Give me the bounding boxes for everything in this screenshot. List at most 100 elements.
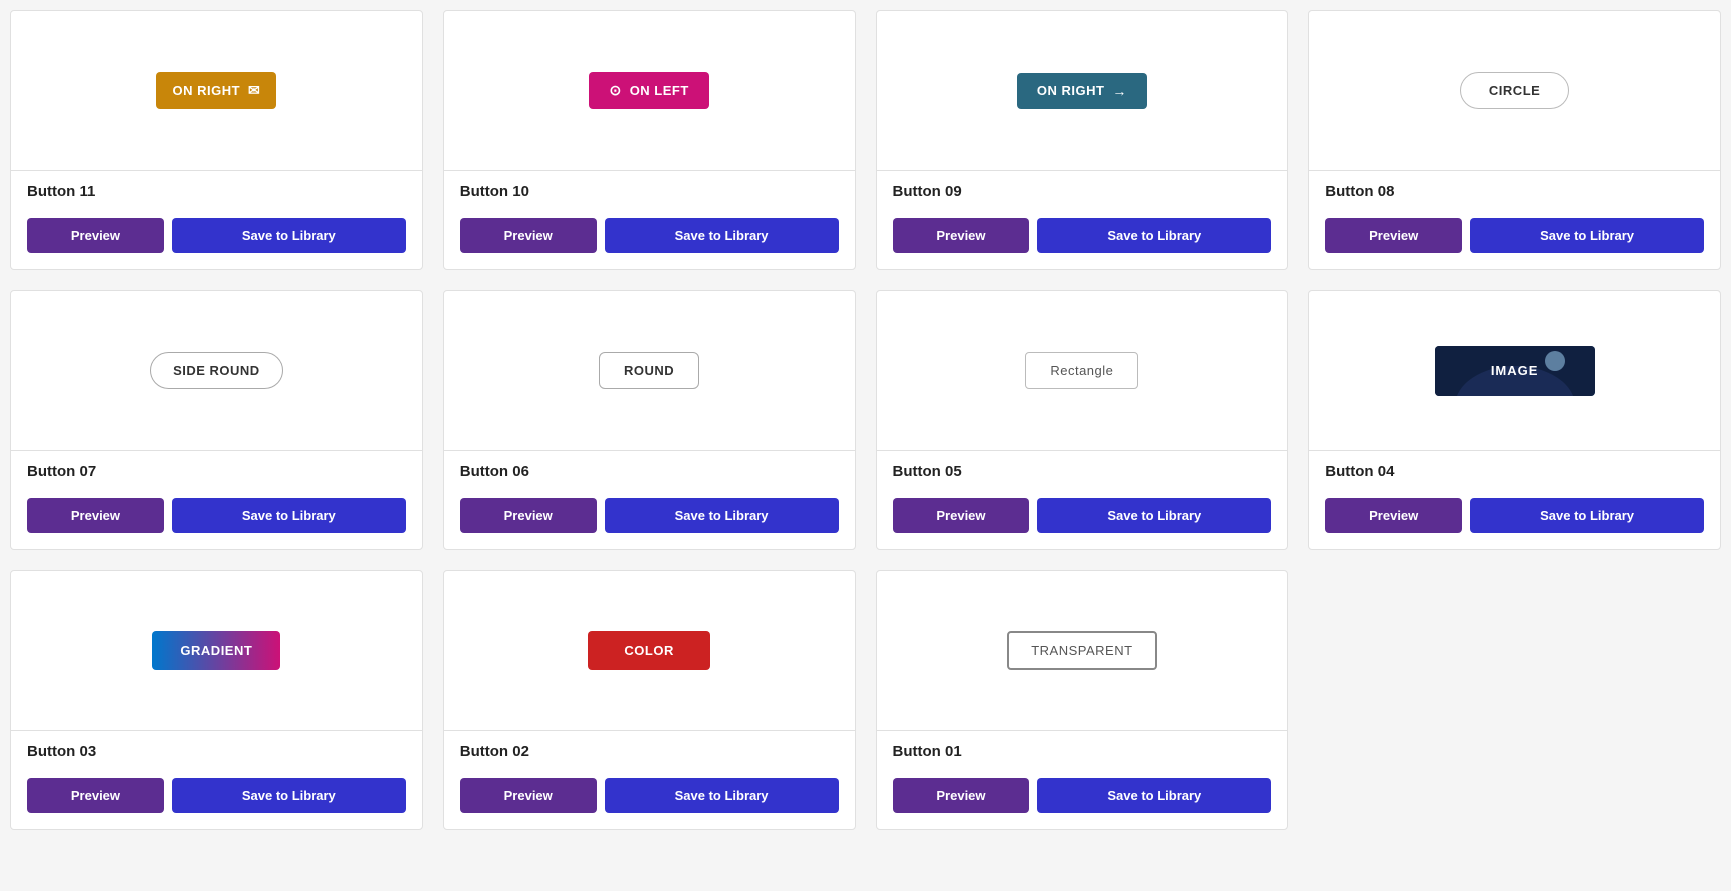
preview-button-btn08[interactable]: Preview xyxy=(1325,218,1462,253)
preview-button-btn05[interactable]: Preview xyxy=(893,498,1030,533)
preview-area-btn01: TRANSPARENT xyxy=(877,571,1288,731)
preview-area-btn07: SIDE ROUND xyxy=(11,291,422,451)
card-btn07: SIDE ROUND Button 07 Preview Save to Lib… xyxy=(10,290,423,550)
card-info-btn09: Button 09 xyxy=(877,171,1288,218)
preview-area-btn05: Rectangle xyxy=(877,291,1288,451)
demo-button-btn06: ROUND xyxy=(599,352,699,389)
arrow-icon xyxy=(1112,83,1127,99)
card-title-btn08: Button 08 xyxy=(1325,183,1704,200)
demo-button-btn01: TRANSPARENT xyxy=(1007,631,1156,670)
card-info-btn02: Button 02 xyxy=(444,731,855,778)
demo-label-btn06: ROUND xyxy=(624,363,674,378)
save-button-btn08[interactable]: Save to Library xyxy=(1470,218,1704,253)
demo-label-btn03: GRADIENT xyxy=(180,643,252,658)
card-info-btn03: Button 03 xyxy=(11,731,422,778)
card-btn08: CIRCLE Button 08 Preview Save to Library xyxy=(1308,10,1721,270)
demo-button-btn04: IMAGE xyxy=(1435,346,1595,396)
image-button-bg: IMAGE xyxy=(1435,346,1595,396)
card-title-btn06: Button 06 xyxy=(460,463,839,480)
save-button-btn10[interactable]: Save to Library xyxy=(605,218,839,253)
card-title-btn10: Button 10 xyxy=(460,183,839,200)
preview-area-btn04: IMAGE xyxy=(1309,291,1720,451)
card-btn10: ⊙ ON LEFT Button 10 Preview Save to Libr… xyxy=(443,10,856,270)
preview-button-btn03[interactable]: Preview xyxy=(27,778,164,813)
card-actions-btn04: Preview Save to Library xyxy=(1309,498,1720,549)
card-actions-btn10: Preview Save to Library xyxy=(444,218,855,269)
card-info-btn05: Button 05 xyxy=(877,451,1288,498)
demo-button-btn09: ON RIGHT xyxy=(1017,73,1147,109)
demo-label-btn11: ON RIGHT xyxy=(172,83,240,98)
preview-area-btn10: ⊙ ON LEFT xyxy=(444,11,855,171)
demo-label-btn02: COLOR xyxy=(624,643,673,658)
demo-label-btn09: ON RIGHT xyxy=(1037,83,1105,98)
save-button-btn09[interactable]: Save to Library xyxy=(1037,218,1271,253)
preview-area-btn06: ROUND xyxy=(444,291,855,451)
card-actions-btn09: Preview Save to Library xyxy=(877,218,1288,269)
card-info-btn08: Button 08 xyxy=(1309,171,1720,218)
card-actions-btn08: Preview Save to Library xyxy=(1309,218,1720,269)
preview-button-btn11[interactable]: Preview xyxy=(27,218,164,253)
save-button-btn07[interactable]: Save to Library xyxy=(172,498,406,533)
preview-area-btn02: COLOR xyxy=(444,571,855,731)
preview-button-btn09[interactable]: Preview xyxy=(893,218,1030,253)
card-title-btn07: Button 07 xyxy=(27,463,406,480)
save-button-btn05[interactable]: Save to Library xyxy=(1037,498,1271,533)
save-button-btn02[interactable]: Save to Library xyxy=(605,778,839,813)
card-title-btn03: Button 03 xyxy=(27,743,406,760)
card-actions-btn05: Preview Save to Library xyxy=(877,498,1288,549)
envelope-icon xyxy=(248,82,260,99)
preview-button-btn04[interactable]: Preview xyxy=(1325,498,1462,533)
demo-button-btn05: Rectangle xyxy=(1025,352,1138,389)
card-title-btn05: Button 05 xyxy=(893,463,1272,480)
preview-button-btn10[interactable]: Preview xyxy=(460,218,597,253)
card-info-btn07: Button 07 xyxy=(11,451,422,498)
card-btn06: ROUND Button 06 Preview Save to Library xyxy=(443,290,856,550)
card-btn03: GRADIENT Button 03 Preview Save to Libra… xyxy=(10,570,423,830)
card-title-btn01: Button 01 xyxy=(893,743,1272,760)
save-button-btn03[interactable]: Save to Library xyxy=(172,778,406,813)
preview-button-btn07[interactable]: Preview xyxy=(27,498,164,533)
preview-area-btn11: ON RIGHT xyxy=(11,11,422,171)
demo-button-btn10: ⊙ ON LEFT xyxy=(589,72,708,109)
card-btn11: ON RIGHT Button 11 Preview Save to Libra… xyxy=(10,10,423,270)
card-info-btn10: Button 10 xyxy=(444,171,855,218)
card-btn05: Rectangle Button 05 Preview Save to Libr… xyxy=(876,290,1289,550)
card-btn02: COLOR Button 02 Preview Save to Library xyxy=(443,570,856,830)
demo-button-btn03: GRADIENT xyxy=(152,631,280,670)
card-title-btn09: Button 09 xyxy=(893,183,1272,200)
card-info-btn06: Button 06 xyxy=(444,451,855,498)
card-btn01: TRANSPARENT Button 01 Preview Save to Li… xyxy=(876,570,1289,830)
card-btn04: IMAGE Button 04 Preview Save to Library xyxy=(1308,290,1721,550)
card-actions-btn07: Preview Save to Library xyxy=(11,498,422,549)
card-actions-btn01: Preview Save to Library xyxy=(877,778,1288,829)
card-actions-btn02: Preview Save to Library xyxy=(444,778,855,829)
save-button-btn06[interactable]: Save to Library xyxy=(605,498,839,533)
demo-label-btn07: SIDE ROUND xyxy=(173,363,260,378)
preview-button-btn06[interactable]: Preview xyxy=(460,498,597,533)
demo-button-btn07: SIDE ROUND xyxy=(150,352,283,389)
demo-label-btn01: TRANSPARENT xyxy=(1031,643,1132,658)
card-info-btn11: Button 11 xyxy=(11,171,422,218)
demo-button-btn11: ON RIGHT xyxy=(156,72,276,109)
preview-area-btn08: CIRCLE xyxy=(1309,11,1720,171)
card-title-btn04: Button 04 xyxy=(1325,463,1704,480)
save-button-btn04[interactable]: Save to Library xyxy=(1470,498,1704,533)
preview-button-btn01[interactable]: Preview xyxy=(893,778,1030,813)
card-title-btn02: Button 02 xyxy=(460,743,839,760)
demo-label-btn05: Rectangle xyxy=(1050,363,1113,378)
save-button-btn01[interactable]: Save to Library xyxy=(1037,778,1271,813)
preview-button-btn02[interactable]: Preview xyxy=(460,778,597,813)
card-actions-btn06: Preview Save to Library xyxy=(444,498,855,549)
demo-label-btn10: ON LEFT xyxy=(630,83,689,98)
save-button-btn11[interactable]: Save to Library xyxy=(172,218,406,253)
card-actions-btn11: Preview Save to Library xyxy=(11,218,422,269)
demo-label-btn04: IMAGE xyxy=(1491,363,1539,378)
demo-button-btn02: COLOR xyxy=(588,631,709,670)
card-info-btn04: Button 04 xyxy=(1309,451,1720,498)
card-info-btn01: Button 01 xyxy=(877,731,1288,778)
card-btn09: ON RIGHT Button 09 Preview Save to Libra… xyxy=(876,10,1289,270)
demo-label-btn08: CIRCLE xyxy=(1489,83,1540,98)
preview-area-btn03: GRADIENT xyxy=(11,571,422,731)
card-title-btn11: Button 11 xyxy=(27,183,406,200)
preview-area-btn09: ON RIGHT xyxy=(877,11,1288,171)
